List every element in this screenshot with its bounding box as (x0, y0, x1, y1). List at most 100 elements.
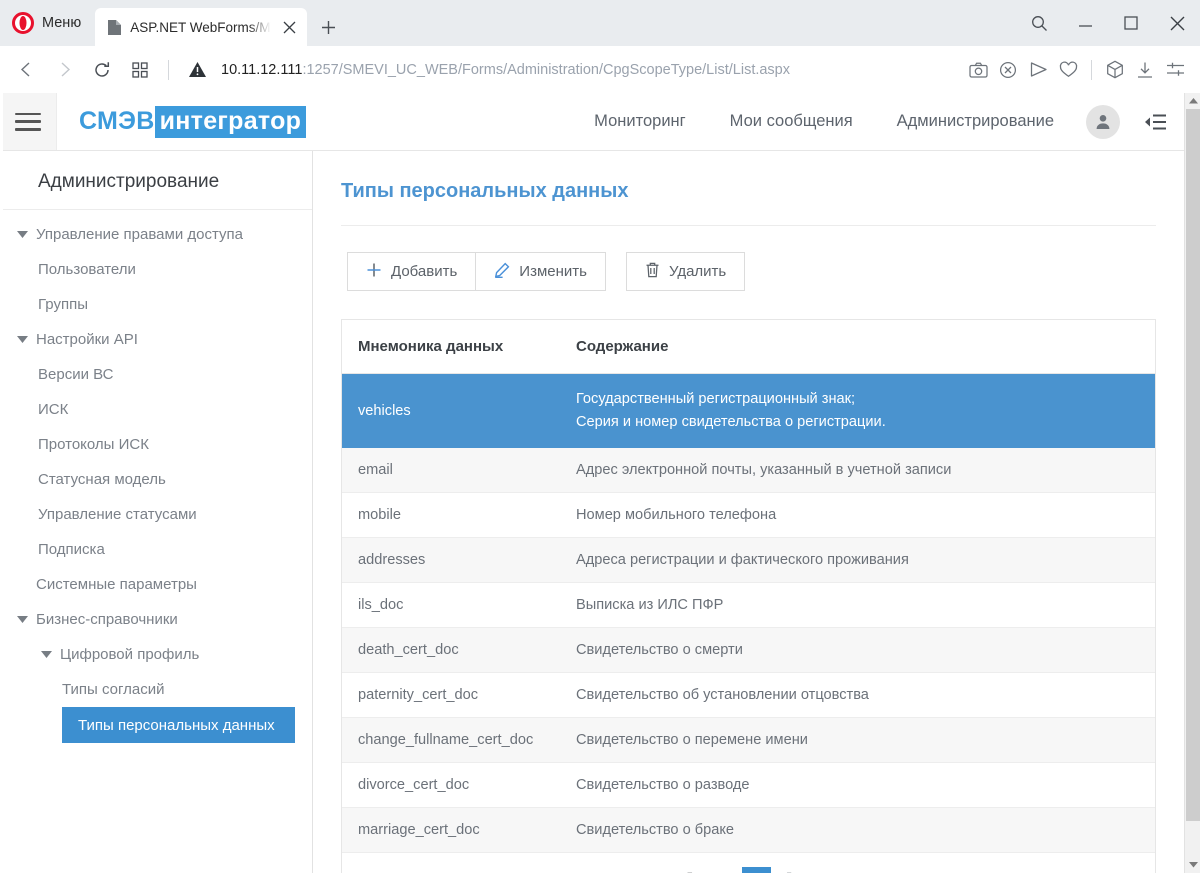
plus-icon (366, 262, 382, 282)
sidebar-item-isk[interactable]: ИСК (0, 392, 312, 427)
toolbar-divider (168, 59, 169, 80)
nav-item-administration[interactable]: Администрирование (875, 112, 1076, 131)
sidebar-item-label: Настройки API (36, 331, 138, 348)
sidebar-item-label: Статусная модель (38, 471, 166, 488)
download-icon[interactable] (1130, 53, 1160, 87)
sidebar-item-vs-versions[interactable]: Версии ВС (0, 357, 312, 392)
minimize-icon[interactable] (1062, 0, 1108, 46)
page-scrollbar[interactable] (1184, 93, 1200, 873)
desc-line-1: Государственный регистрационный знак; (576, 391, 856, 407)
pagination-page-2[interactable]: 2 (742, 866, 772, 873)
table-row[interactable]: change_fullname_cert_doc Свидетельство о… (342, 717, 1155, 764)
sidebar-item-label: Протоколы ИСК (38, 436, 149, 453)
table-row[interactable]: mobile Номер мобильного телефона (342, 492, 1155, 539)
sidebar-toggle-button[interactable] (0, 93, 57, 150)
tab-title: ASP.NET WebForms/MVC R (130, 19, 271, 35)
opera-menu-button[interactable]: Меню (0, 0, 95, 46)
table-body: vehicles Государственный регистрационный… (342, 373, 1155, 854)
cube-icon[interactable] (1100, 53, 1130, 87)
cell-description: Свидетельство об установлении отцовства (560, 672, 1155, 719)
cell-description: Свидетельство о браке (560, 807, 1155, 854)
table-row[interactable]: marriage_cert_doc Свидетельство о браке (342, 807, 1155, 854)
sidebar-item-status-model[interactable]: Статусная модель (0, 462, 312, 497)
sidebar-item-api-settings[interactable]: Настройки API (0, 322, 312, 357)
table-row[interactable]: ils_doc Выписка из ИЛС ПФР (342, 582, 1155, 629)
table-row[interactable]: paternity_cert_doc Свидетельство об уста… (342, 672, 1155, 719)
sidebar-item-status-management[interactable]: Управление статусами (0, 497, 312, 532)
sidebar-item-access-rights[interactable]: Управление правами доступа (0, 217, 312, 252)
hamburger-icon (15, 112, 41, 131)
cell-code: ils_doc (342, 582, 560, 629)
column-header-code[interactable]: Мнемоника данных (342, 320, 560, 374)
browser-window: Меню ASP.NET WebForms/MVC R (0, 0, 1200, 873)
table-row[interactable]: death_cert_doc Свидетельство о смерти (342, 627, 1155, 674)
cell-code: mobile (342, 492, 560, 539)
sidebar-item-subscription[interactable]: Подписка (0, 532, 312, 567)
caret-down-icon (14, 335, 30, 344)
scroll-down-icon[interactable] (1185, 857, 1200, 873)
pagination-page-1[interactable]: 1 (707, 867, 736, 873)
sidebar-item-consent-types[interactable]: Типы согласий (0, 672, 312, 707)
sidebar-item-label: Группы (38, 296, 88, 313)
pagination-prev[interactable]: ❮ (672, 867, 701, 873)
web-page: СМЭВ интегратор Мониторинг Мои сообщения … (0, 93, 1184, 873)
new-tab-button[interactable] (311, 8, 345, 46)
sidebar-item-personal-data-types[interactable]: Типы персональных данных (62, 707, 295, 743)
scroll-up-icon[interactable] (1185, 93, 1200, 109)
table-row[interactable]: addresses Адреса регистрации и фактическ… (342, 537, 1155, 584)
warning-triangle-icon[interactable] (179, 52, 215, 88)
page-viewport: СМЭВ интегратор Мониторинг Мои сообщения … (0, 93, 1200, 873)
scrollbar-thumb[interactable] (1186, 109, 1200, 821)
browser-toolbar: 10.11.12.111:1257/SMEVI_UC_WEB/Forms/Adm… (0, 46, 1200, 93)
collapse-panel-icon[interactable] (1134, 102, 1176, 142)
cell-code: divorce_cert_doc (342, 762, 560, 809)
sidebar-item-label: Управление статусами (38, 506, 197, 523)
search-icon[interactable] (1016, 0, 1062, 46)
shield-block-icon[interactable] (993, 53, 1023, 87)
tab-close-icon[interactable] (279, 17, 299, 37)
sidebar-item-users[interactable]: Пользователи (0, 252, 312, 287)
cell-code: email (342, 447, 560, 494)
grid-tiles-icon[interactable] (122, 52, 158, 88)
cell-description: Выписка из ИЛС ПФР (560, 582, 1155, 629)
app-header: СМЭВ интегратор Мониторинг Мои сообщения … (0, 93, 1184, 151)
avatar[interactable] (1086, 104, 1120, 139)
address-bar[interactable]: 10.11.12.111:1257/SMEVI_UC_WEB/Forms/Adm… (217, 62, 961, 78)
sidebar-item-isk-protocols[interactable]: Протоколы ИСК (0, 427, 312, 462)
sidebar-item-label: Подписка (38, 541, 105, 558)
nav-item-monitoring[interactable]: Мониторинг (572, 112, 708, 131)
table-header-row: Мнемоника данных Содержание (342, 320, 1155, 374)
sidebar-item-business-directories[interactable]: Бизнес-справочники (0, 602, 312, 637)
add-button[interactable]: Добавить (347, 252, 477, 291)
reload-icon[interactable] (84, 52, 120, 88)
sidebar-item-system-parameters[interactable]: Системные параметры (0, 567, 312, 602)
pagination-next[interactable]: ❯ (777, 867, 806, 873)
nav-item-messages[interactable]: Мои сообщения (708, 112, 875, 131)
back-arrow-icon[interactable] (8, 52, 44, 88)
sidebar-item-digital-profile[interactable]: Цифровой профиль (0, 637, 312, 672)
sidebar-list: Управление правами доступа Пользователи … (0, 210, 312, 743)
toolbar-divider-2 (1091, 59, 1092, 80)
sliders-icon[interactable] (1160, 53, 1190, 87)
browser-tab[interactable]: ASP.NET WebForms/MVC R (95, 8, 308, 46)
action-toolbar: Добавить Изменить Удалить (341, 226, 1156, 291)
sidebar-item-label: ИСК (38, 401, 69, 418)
table-row[interactable]: divorce_cert_doc Свидетельство о разводе (342, 762, 1155, 809)
caret-down-icon (38, 650, 54, 659)
maximize-icon[interactable] (1108, 0, 1154, 46)
edit-button[interactable]: Изменить (476, 252, 606, 291)
sidebar-item-groups[interactable]: Группы (0, 287, 312, 322)
heart-icon[interactable] (1053, 53, 1083, 87)
table-row[interactable]: email Адрес электронной почты, указанный… (342, 447, 1155, 494)
camera-icon[interactable] (963, 53, 993, 87)
data-grid: Мнемоника данных Содержание vehicles Гос… (341, 319, 1156, 873)
table-row[interactable]: vehicles Государственный регистрационный… (342, 373, 1155, 449)
column-header-description[interactable]: Содержание (560, 320, 1155, 374)
cell-description: Свидетельство о перемене имени (560, 717, 1155, 764)
send-icon[interactable] (1023, 53, 1053, 87)
sidebar-item-label: Пользователи (38, 261, 136, 278)
delete-button[interactable]: Удалить (625, 252, 746, 291)
close-icon[interactable] (1154, 0, 1200, 46)
sidebar-item-label: Бизнес-справочники (36, 611, 178, 628)
app-logo-part2: интегратор (154, 105, 307, 138)
